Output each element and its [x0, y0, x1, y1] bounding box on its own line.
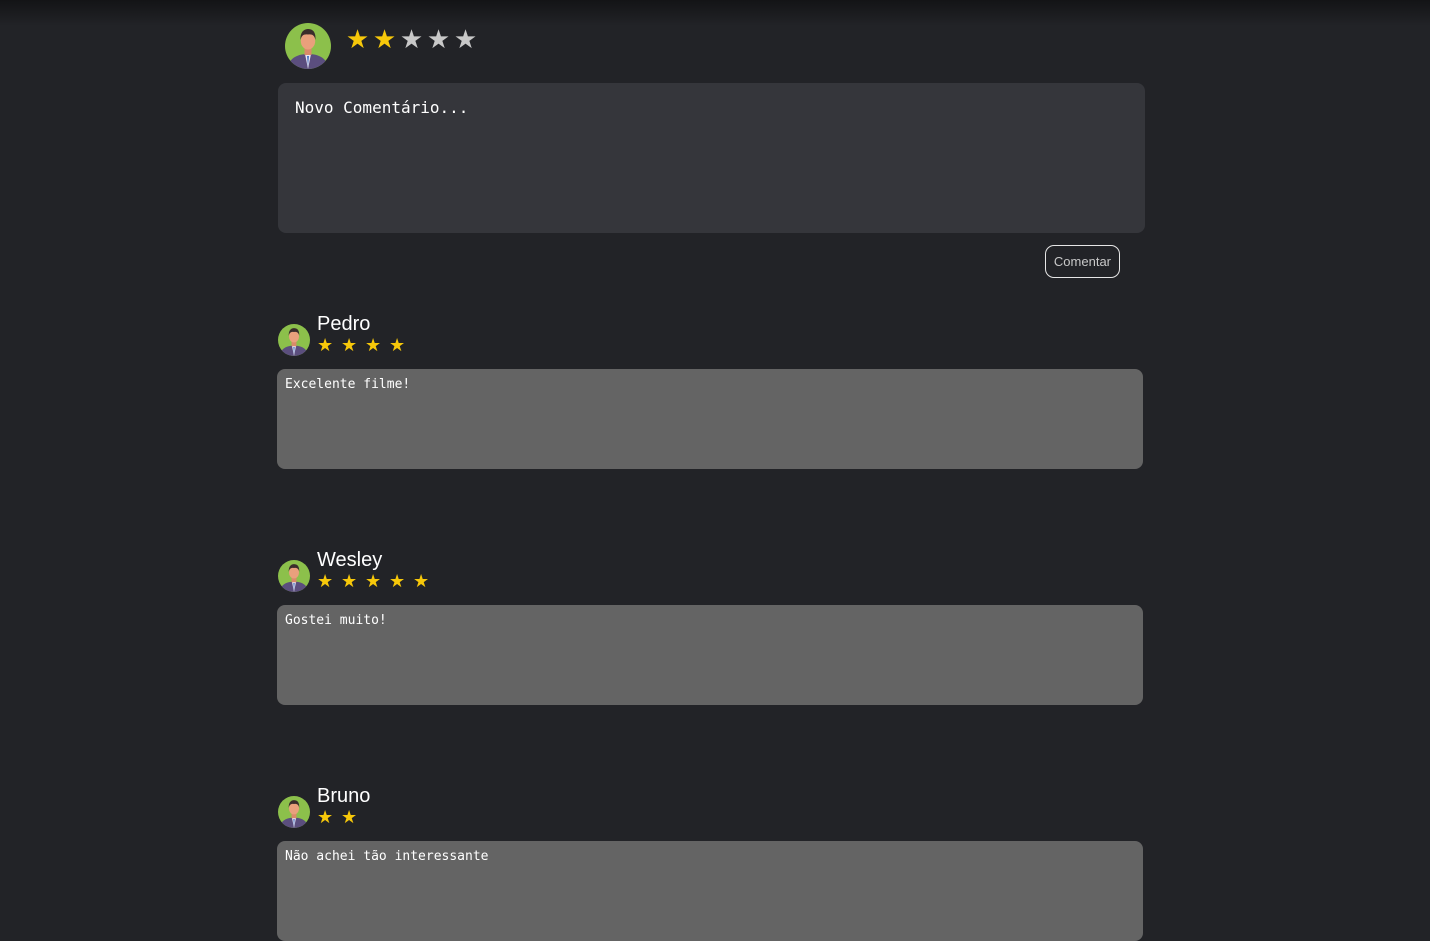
comment-header: Pedro ★ ★ ★ ★: [277, 308, 1143, 356]
rating-input: ★ ★ ★ ★ ★: [344, 27, 479, 53]
comment-text: Excelente filme!: [277, 369, 1143, 469]
star-icon: ★: [341, 571, 358, 592]
comment-author: Bruno: [317, 785, 371, 807]
comment-text: Não achei tão interessante: [277, 841, 1143, 941]
comment-rating: ★ ★ ★ ★: [317, 336, 413, 356]
new-comment-input[interactable]: [278, 83, 1145, 233]
comment-item: Pedro ★ ★ ★ ★ Excelente filme!: [277, 308, 1143, 469]
star-icon: ★: [317, 807, 334, 828]
rating-star-3[interactable]: ★: [398, 27, 425, 53]
composer-header: ★ ★ ★ ★ ★: [278, 22, 1145, 70]
user-avatar-icon: [278, 324, 310, 356]
comment-rating: ★ ★: [317, 808, 370, 828]
comment-meta: Bruno ★ ★: [317, 784, 370, 828]
user-avatar-icon: [278, 796, 310, 828]
star-icon: ★: [341, 335, 358, 356]
comment-item: Bruno ★ ★ Não achei tão interessante: [277, 780, 1143, 941]
star-icon: ★: [413, 571, 430, 592]
star-icon: ★: [389, 335, 406, 356]
rating-star-4[interactable]: ★: [425, 27, 452, 53]
rating-star-2[interactable]: ★: [371, 27, 398, 53]
star-icon: ★: [365, 335, 382, 356]
comment-rating: ★ ★ ★ ★ ★: [317, 572, 437, 592]
comment-header: Bruno ★ ★: [277, 780, 1143, 828]
star-icon: ★: [317, 571, 334, 592]
comment-header: Wesley ★ ★ ★ ★ ★: [277, 544, 1143, 592]
comment-author: Pedro: [317, 313, 371, 335]
comment-text: Gostei muito!: [277, 605, 1143, 705]
submit-row: Comentar: [278, 245, 1145, 278]
rating-star-5[interactable]: ★: [452, 27, 479, 53]
comment-author: Wesley: [317, 549, 383, 571]
user-avatar-icon: [285, 23, 331, 69]
star-icon: ★: [317, 335, 334, 356]
comment-composer: ★★★★★ Comentar: [278, 22, 1145, 278]
comment-meta: Wesley ★ ★ ★ ★ ★: [317, 548, 437, 592]
star-icon: ★: [389, 571, 406, 592]
user-avatar-icon: [278, 560, 310, 592]
star-icon: ★: [341, 807, 358, 828]
comment-submit-button[interactable]: Comentar: [1044, 245, 1120, 278]
star-icon: ★: [365, 571, 382, 592]
rating-star-1[interactable]: ★: [344, 27, 371, 53]
comment-meta: Pedro ★ ★ ★ ★: [317, 312, 413, 356]
comment-item: Wesley ★ ★ ★ ★ ★ Gostei muito!: [277, 544, 1143, 705]
